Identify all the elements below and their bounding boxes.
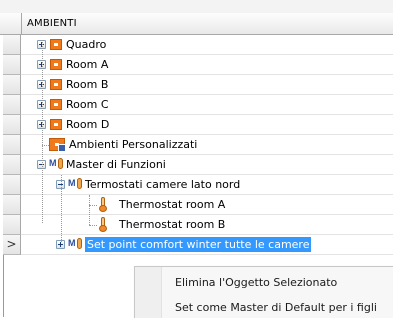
tree-connector <box>42 145 49 146</box>
column-header-ambienti[interactable]: AMBIENTI <box>27 18 77 29</box>
row-selector[interactable] <box>3 35 21 55</box>
tree-item-label[interactable]: Master di Funzioni <box>66 158 166 171</box>
tree-row-ambienti-personalizzati[interactable]: Ambienti Personalizzati <box>3 135 393 155</box>
row-selector[interactable] <box>3 215 21 235</box>
tree-item-label[interactable]: Ambienti Personalizzati <box>69 138 197 151</box>
row-selector[interactable]: > <box>3 235 21 255</box>
tree-row-room-b[interactable]: Room B <box>3 75 393 95</box>
grid-header: AMBIENTI <box>0 13 393 35</box>
tree-row-room-d[interactable]: Room D <box>3 115 393 135</box>
tree-item-label[interactable]: Thermostat room B <box>119 218 225 231</box>
tree-item-label[interactable]: Room B <box>66 78 108 91</box>
row-selector[interactable] <box>3 175 21 195</box>
tree-item-label[interactable]: Room A <box>66 58 108 71</box>
master-function-icon: M <box>49 158 65 171</box>
tree-item-label[interactable]: Termostati camere lato nord <box>85 178 240 191</box>
menu-item-set-default-master[interactable]: Set come Master di Default per i figli <box>175 301 377 314</box>
row-selector[interactable] <box>3 155 21 175</box>
thermostat-icon <box>99 217 107 232</box>
thermostat-icon <box>99 197 107 212</box>
master-function-icon: M <box>68 178 84 191</box>
header-corner <box>3 13 22 34</box>
tree-connector <box>42 40 43 223</box>
room-icon <box>50 79 62 90</box>
master-function-icon: M <box>68 238 84 251</box>
menu-item-delete-selected[interactable]: Elimina l'Oggetto Selezionato <box>175 276 337 289</box>
tree-connector <box>89 195 90 225</box>
row-selector[interactable] <box>3 95 21 115</box>
room-icon <box>50 99 62 110</box>
room-icon <box>50 39 62 50</box>
menu-icon-gutter <box>135 267 162 318</box>
row-selector[interactable] <box>3 195 21 215</box>
tree-row-master-di-funzioni[interactable]: M Master di Funzioni <box>3 155 393 175</box>
tree-item-label-selected[interactable]: Set point comfort winter tutte le camere <box>85 237 312 252</box>
row-selector[interactable] <box>3 75 21 95</box>
row-selector[interactable] <box>3 55 21 75</box>
tree-item-label[interactable]: Room C <box>66 98 109 111</box>
tree-connector <box>89 225 97 226</box>
window-top-strip <box>0 0 393 13</box>
room-icon <box>50 119 62 130</box>
tree-row-quadro[interactable]: Quadro <box>3 35 393 55</box>
row-selector[interactable] <box>3 115 21 135</box>
tree-item-label[interactable]: Room D <box>66 118 109 131</box>
tree-connector <box>61 175 62 242</box>
room-icon <box>50 59 62 70</box>
tree-row-room-a[interactable]: Room A <box>3 55 393 75</box>
tree-item-label[interactable]: Quadro <box>66 38 106 51</box>
tree-connector <box>89 205 97 206</box>
tree-item-label[interactable]: Thermostat room A <box>119 198 225 211</box>
tree-row-room-c[interactable]: Room C <box>3 95 393 115</box>
context-menu: Elimina l'Oggetto Selezionato Set come M… <box>134 266 393 318</box>
row-selector[interactable] <box>3 135 21 155</box>
custom-ambient-icon <box>49 138 66 152</box>
